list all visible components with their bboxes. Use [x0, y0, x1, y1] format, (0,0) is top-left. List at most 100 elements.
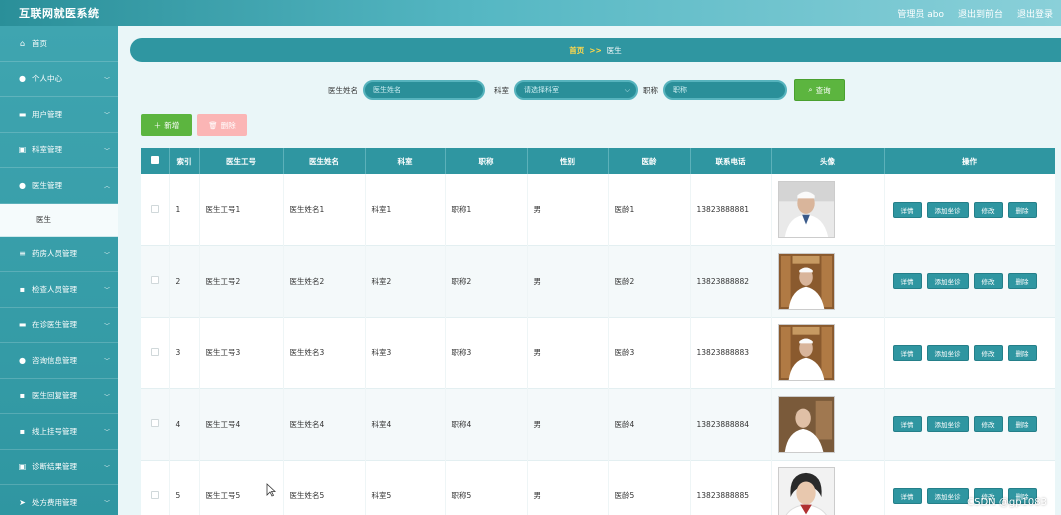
breadcrumb-current: 医生: [606, 45, 622, 55]
sidebar-item-inspection-staff[interactable]: ▪ 检查人员管理 ﹀: [0, 272, 118, 308]
delete-button[interactable]: 删除: [1007, 273, 1037, 290]
row-checkbox[interactable]: [141, 460, 170, 515]
cell-sex: 男: [527, 460, 609, 515]
sidebar-item-consultations[interactable]: ● 咨询信息管理 ﹀: [0, 343, 118, 379]
image-icon: ▣: [18, 462, 27, 472]
detail-button[interactable]: 详情: [892, 416, 922, 433]
row-checkbox[interactable]: [141, 174, 170, 246]
delete-button[interactable]: 删除: [1007, 344, 1037, 361]
search-button[interactable]: ⌕ 查询: [794, 79, 845, 101]
chevron-down-icon: ﹀: [103, 147, 110, 155]
chevron-down-icon: ⌵: [624, 85, 630, 94]
row-checkbox[interactable]: [141, 245, 170, 317]
doctor-name-input[interactable]: 医生姓名: [363, 80, 485, 100]
sidebar-item-on-duty-doctors[interactable]: ▬ 在诊医生管理 ﹀: [0, 308, 118, 343]
breadcrumb-home[interactable]: 首页: [569, 45, 584, 56]
sidebar-item-home[interactable]: ⌂ 首页: [0, 26, 118, 62]
sidebar-subitem-doctor[interactable]: 医生: [0, 203, 118, 237]
sidebar-item-label: 在诊医生管理: [32, 320, 77, 330]
add-schedule-button[interactable]: 添加坐诊: [926, 344, 969, 361]
cell-title: 职称5: [445, 460, 528, 515]
doctor-avatar: [777, 181, 835, 238]
batch-delete-button[interactable]: 🗑 删除: [197, 114, 247, 136]
table-row: 1 医生工号1 医生姓名1 科室1 职称1 男 医龄1 13823888881: [141, 174, 1055, 246]
cell-department: 科室4: [365, 388, 446, 460]
action-row: ＋ 新增 🗑 删除: [141, 114, 247, 136]
cell-doctor-no: 医生工号2: [199, 245, 284, 317]
sidebar-item-label: 用户管理: [32, 109, 62, 119]
home-icon: ⌂: [19, 38, 26, 48]
exit-frontend-link[interactable]: 退出到前台: [958, 7, 1003, 20]
send-icon: ➤: [19, 497, 26, 507]
list-icon: ≡: [19, 249, 26, 259]
sidebar-item-label: 诊断结果管理: [32, 462, 77, 472]
search-row: 医生姓名 医生姓名 科室 请选择科室 ⌵ 职称 职称 ⌕ 查询: [130, 79, 1061, 101]
logout-link[interactable]: 退出登录: [1017, 7, 1053, 20]
user-icon: ●: [19, 74, 26, 84]
column-header: 头像: [771, 148, 885, 174]
select-all-checkbox[interactable]: [141, 148, 170, 174]
column-header: 医龄: [608, 148, 691, 174]
edit-button[interactable]: 修改: [973, 273, 1003, 290]
cell-sex: 男: [527, 174, 609, 246]
column-header: 科室: [365, 148, 446, 174]
detail-button[interactable]: 详情: [892, 344, 922, 361]
cell-doctor-name: 医生姓名2: [283, 245, 366, 317]
column-header: 医生姓名: [283, 148, 366, 174]
chevron-down-icon: ﹀: [103, 112, 110, 119]
doctor-name-label: 医生姓名: [328, 85, 358, 95]
sidebar-item-doctors[interactable]: ● 医生管理 ︿: [0, 168, 118, 204]
cell-avatar: [771, 388, 885, 460]
cell-doctor-name: 医生姓名1: [283, 174, 366, 246]
delete-button[interactable]: 删除: [1007, 416, 1037, 433]
cell-doctor-no: 医生工号3: [199, 317, 284, 389]
sidebar: ⌂ 首页 ● 个人中心 ﹀ ▬ 用户管理 ﹀ ▣ 科室管理 ﹀ ● 医生管理 ︿…: [0, 26, 118, 515]
sidebar-item-doctor-replies[interactable]: ▪ 医生回复管理 ﹀: [0, 379, 118, 414]
detail-button[interactable]: 详情: [892, 201, 922, 218]
cell-title: 职称3: [445, 317, 528, 389]
card-icon: ▬: [18, 109, 27, 119]
sidebar-item-profile[interactable]: ● 个人中心 ﹀: [0, 62, 118, 97]
sidebar-item-pharmacy-staff[interactable]: ≡ 药房人员管理 ﹀: [0, 237, 118, 272]
add-button[interactable]: ＋ 新增: [141, 114, 192, 136]
cell-phone: 13823888883: [690, 317, 772, 389]
cell-department: 科室1: [365, 174, 446, 246]
edit-button[interactable]: 修改: [973, 201, 1003, 218]
detail-button[interactable]: 详情: [892, 487, 922, 504]
detail-button[interactable]: 详情: [892, 273, 922, 290]
add-schedule-button[interactable]: 添加坐诊: [926, 487, 969, 504]
column-header: 性别: [527, 148, 609, 174]
title-input[interactable]: 职称: [663, 80, 787, 100]
grid-icon: ▪: [19, 426, 26, 436]
sidebar-item-label: 个人中心: [32, 74, 62, 84]
sidebar-item-diagnosis-results[interactable]: ▣ 诊断结果管理 ﹀: [0, 450, 118, 485]
row-checkbox[interactable]: [141, 317, 170, 389]
department-select[interactable]: 请选择科室 ⌵: [514, 80, 638, 100]
breadcrumb: 首页 >> 医生: [130, 38, 1061, 62]
delete-button-label: 删除: [220, 120, 236, 130]
delete-button[interactable]: 删除: [1007, 201, 1037, 218]
top-bar: 互联网就医系统 管理员 abo 退出到前台 退出登录: [0, 0, 1061, 26]
cell-years: 医龄5: [608, 460, 691, 515]
chevron-down-icon: ﹀: [103, 322, 110, 330]
cell-phone: 13823888884: [690, 388, 772, 460]
add-schedule-button[interactable]: 添加坐诊: [926, 201, 969, 218]
row-checkbox[interactable]: [141, 388, 170, 460]
edit-button[interactable]: 修改: [973, 416, 1003, 433]
cell-title: 职称4: [445, 388, 528, 460]
sidebar-item-users[interactable]: ▬ 用户管理 ﹀: [0, 97, 118, 133]
chevron-down-icon: ﹀: [103, 500, 110, 507]
cell-years: 医龄3: [608, 317, 691, 389]
cell-years: 医龄4: [608, 388, 691, 460]
edit-button[interactable]: 修改: [973, 344, 1003, 361]
add-schedule-button[interactable]: 添加坐诊: [926, 416, 969, 433]
add-schedule-button[interactable]: 添加坐诊: [926, 273, 969, 290]
cell-department: 科室2: [365, 245, 446, 317]
cell-doctor-name: 医生姓名4: [283, 388, 366, 460]
cell-index: 5: [169, 460, 200, 515]
cell-avatar: [771, 245, 885, 317]
sidebar-item-departments[interactable]: ▣ 科室管理 ﹀: [0, 133, 118, 168]
sidebar-item-online-registration[interactable]: ▪ 线上挂号管理 ﹀: [0, 414, 118, 450]
sidebar-item-prescription-fees[interactable]: ➤ 处方费用管理 ﹀: [0, 485, 118, 515]
cell-doctor-name: 医生姓名5: [283, 460, 366, 515]
